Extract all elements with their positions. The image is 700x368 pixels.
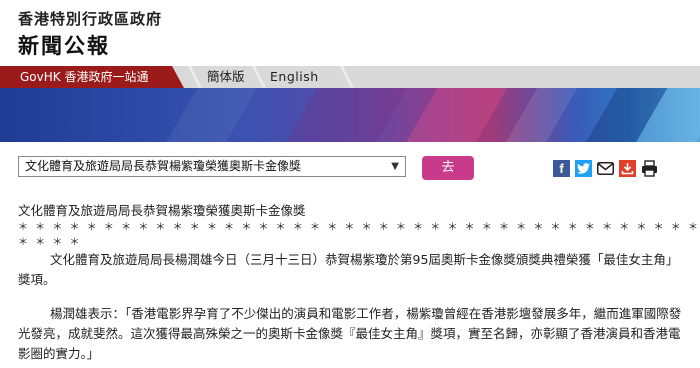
save-icon[interactable] bbox=[619, 160, 636, 177]
nav-divider bbox=[188, 66, 202, 88]
top-navbar: GovHK 香港政府一站通 簡体版 English bbox=[0, 66, 700, 88]
email-icon[interactable] bbox=[597, 160, 614, 177]
article-title: 文化體育及旅遊局局長恭賀楊紫瓊榮獲奧斯卡金像獎 bbox=[18, 203, 306, 218]
govhk-link[interactable]: GovHK 香港政府一站通 bbox=[0, 66, 184, 88]
twitter-icon[interactable] bbox=[575, 160, 592, 177]
article-select-value: 文化體育及旅遊局局長恭賀楊紫瓊榮獲奧斯卡金像獎 bbox=[25, 159, 302, 173]
facebook-icon[interactable]: f bbox=[553, 160, 570, 177]
title-separator: ＊ ＊ ＊ ＊ ＊ ＊ ＊ ＊ ＊ ＊ ＊ ＊ ＊ ＊ ＊ ＊ ＊ ＊ ＊ ＊ … bbox=[18, 222, 700, 248]
nav-divider bbox=[252, 66, 266, 88]
header-banner bbox=[0, 88, 700, 142]
article-paragraph: 文化體育及旅遊局局長楊潤雄今日（三月十三日）恭賀楊紫瓊於第95屆奧斯卡金像獎頒獎… bbox=[18, 252, 679, 287]
page-header: 香港特別行政區政府 新聞公報 bbox=[0, 0, 700, 66]
english-link[interactable]: English bbox=[270, 66, 319, 88]
go-button[interactable]: 去 bbox=[422, 156, 474, 180]
article-paragraph: 楊潤雄表示：「香港電影界孕育了不少傑出的演員和電影工作者，楊紫瓊曾經在香港影壇發… bbox=[18, 306, 682, 361]
print-icon[interactable] bbox=[641, 160, 658, 177]
chevron-down-icon: ▼ bbox=[391, 161, 399, 172]
simplified-chinese-link[interactable]: 簡体版 bbox=[207, 66, 245, 88]
org-name: 香港特別行政區政府 bbox=[18, 10, 163, 28]
site-name: 新聞公報 bbox=[18, 34, 110, 58]
nav-divider bbox=[340, 66, 354, 88]
article-select[interactable]: 文化體育及旅遊局局長恭賀楊紫瓊榮獲奧斯卡金像獎 ▼ bbox=[18, 156, 406, 177]
